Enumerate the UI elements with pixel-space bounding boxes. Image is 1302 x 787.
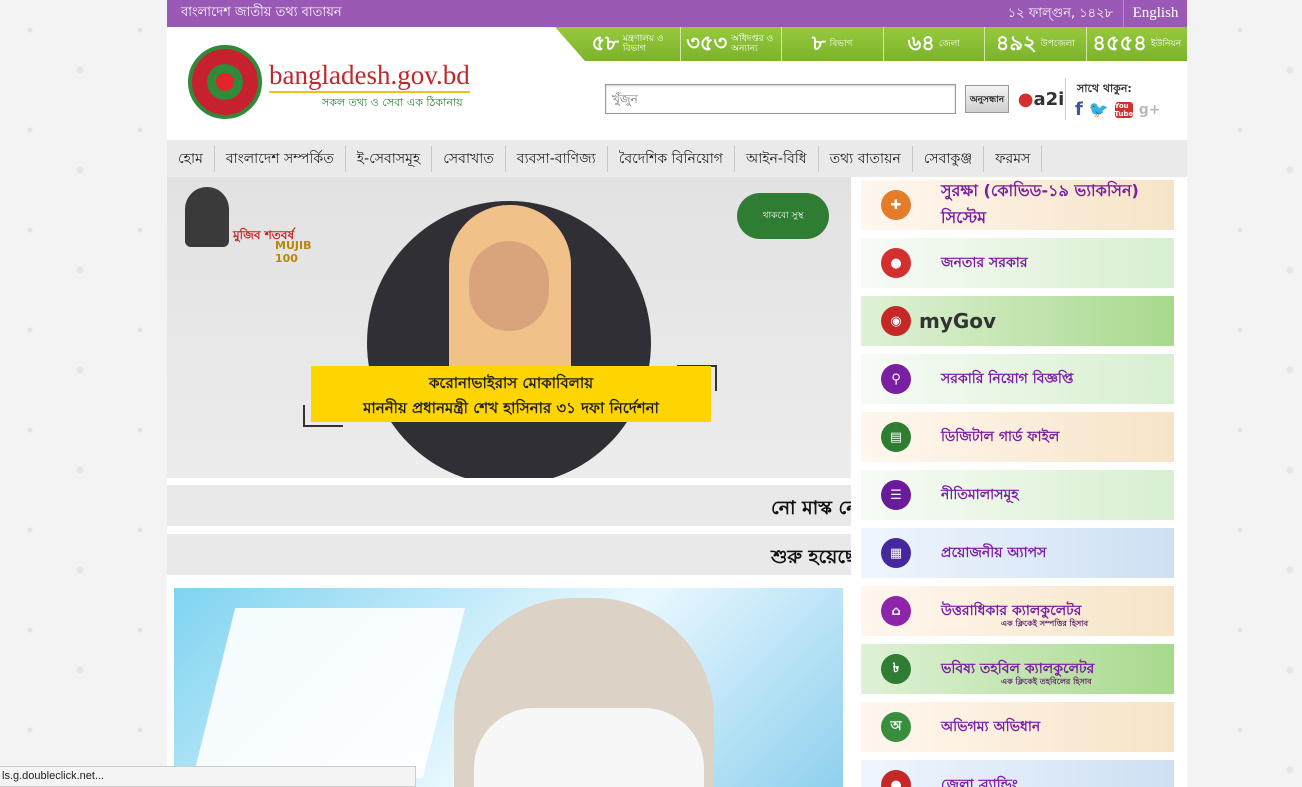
- search-input[interactable]: [605, 84, 956, 114]
- service-sidebar: ✚ সুরক্ষা (কোভিড-১৯ ভ্যাকসিন) সিস্টেম ● জন…: [861, 180, 1174, 787]
- nav-home[interactable]: হোম: [167, 145, 215, 172]
- mygov-icon: ◉: [881, 306, 911, 336]
- current-date: ১২ ফাল্গুন, ১৪২৮: [1007, 6, 1113, 21]
- dictionary-icon: অ: [881, 712, 911, 742]
- news-ticker-1[interactable]: নো মাস্ক নো: [167, 485, 851, 526]
- sidebar-item-digital-guard-file[interactable]: ▤ ডিজিটাল গার্ড ফাইল: [861, 412, 1174, 462]
- stay-healthy-logo: থাকবো সুস্থ: [737, 193, 829, 239]
- fund-icon: ৳: [881, 654, 911, 684]
- mujib-100-logo: মুজিব শতবর্ষ MUJIB 100: [183, 185, 311, 265]
- stat-upazilas[interactable]: ৪৯২ উপজেলা: [984, 27, 1086, 61]
- stat-divisions[interactable]: ৮ বিভাগ: [781, 27, 883, 61]
- banner-caption: করোনাভাইরাস মোকাবিলায় মাননীয় প্রধানমন্…: [311, 366, 711, 422]
- shield-icon: ✚: [881, 190, 911, 220]
- sidebar-item-district-branding[interactable]: ● জেলা ব্র্যান্ডিং: [861, 760, 1174, 787]
- stat-directorates[interactable]: ৩৫৩ অধিদপ্তর ও অন্যান্য: [679, 27, 782, 61]
- stat-ministries[interactable]: ৫৮ মন্ত্রণালয় ও বিভাগ: [555, 27, 680, 61]
- news-ticker-2[interactable]: শুরু হয়েছে: [167, 534, 851, 575]
- portal-title: বাংলাদেশ জাতীয় তথ্য বাতায়ন: [181, 5, 342, 20]
- nav-e-services[interactable]: ই-সেবাসমূহ: [346, 145, 433, 172]
- nav-business[interactable]: ব্যবসা-বাণিজ্য: [506, 145, 608, 172]
- a2i-logo[interactable]: ● a2i: [1018, 85, 1065, 113]
- facebook-icon[interactable]: f: [1075, 99, 1083, 120]
- stats-strip: ৫৮ মন্ত্রণালয় ও বিভাগ ৩৫৩ অধিদপ্তর ও অন্য…: [555, 27, 1187, 61]
- map-icon: ●: [881, 248, 911, 278]
- hero-banner[interactable]: মুজিব শতবর্ষ MUJIB 100 থাকবো সুস্থ করোনা…: [167, 177, 851, 478]
- apps-icon: ▦: [881, 538, 911, 568]
- youtube-icon[interactable]: You Tube: [1114, 101, 1133, 118]
- nav-service-sectors[interactable]: সেবাখাত: [432, 145, 506, 172]
- file-icon: ▤: [881, 422, 911, 452]
- sidebar-item-dictionary[interactable]: অ অভিগম্য অভিধান: [861, 702, 1174, 752]
- sidebar-item-apps[interactable]: ▦ প্রয়োজনীয় অ্যাপস: [861, 528, 1174, 578]
- nav-foreign-investment[interactable]: বৈদেশিক বিনিয়োগ: [608, 145, 735, 172]
- stat-districts[interactable]: ৬৪ জেলা: [882, 27, 985, 61]
- prime-minister-portrait: [367, 201, 651, 478]
- main-navigation: হোম বাংলাদেশ সম্পর্কিত ই-সেবাসমূহ সেবাখা…: [167, 140, 1187, 177]
- government-seal-logo[interactable]: [188, 45, 262, 119]
- site-name[interactable]: bangladesh.gov.bd: [269, 60, 470, 93]
- nav-about-bangladesh[interactable]: বাংলাদেশ সম্পর্কিত: [215, 145, 346, 172]
- site-tagline: সকল তথ্য ও সেবা এক ঠিকানায়: [322, 96, 463, 109]
- policy-icon: ☰: [881, 480, 911, 510]
- language-toggle-link[interactable]: English: [1123, 0, 1187, 27]
- district-icon: ●: [881, 770, 911, 787]
- nav-service-kunja[interactable]: সেবাকুঞ্জ: [913, 145, 985, 172]
- nav-laws[interactable]: আইন-বিধি: [735, 145, 819, 172]
- google-plus-icon[interactable]: g+: [1139, 102, 1161, 118]
- nav-forms[interactable]: ফরমস: [984, 145, 1043, 172]
- sidebar-item-surokkha[interactable]: ✚ সুরক্ষা (কোভিড-১৯ ভ্যাকসিন) সিস্টেম: [861, 180, 1174, 230]
- family-icon: ⌂: [881, 596, 911, 626]
- search-button[interactable]: অনুসন্ধান: [965, 85, 1009, 113]
- stat-unions[interactable]: ৪৫৫৪ ইউনিয়ন: [1085, 27, 1188, 61]
- sidebar-item-mygov[interactable]: ◉ myGov: [861, 296, 1174, 346]
- sidebar-item-janatar-sarkar[interactable]: ● জনতার সরকার: [861, 238, 1174, 288]
- sidebar-item-policies[interactable]: ☰ নীতিমালাসমূহ: [861, 470, 1174, 520]
- top-bar: বাংলাদেশ জাতীয় তথ্য বাতায়ন ১২ ফাল্গুন,…: [167, 0, 1187, 27]
- nav-info-portal[interactable]: তথ্য বাতায়ন: [819, 145, 913, 172]
- sidebar-item-job-circular[interactable]: ⚲ সরকারি নিয়োগ বিজ্ঞপ্তি: [861, 354, 1174, 404]
- browser-status-bar: ls.g.doubleclick.net...: [0, 766, 416, 787]
- promo-banner[interactable]: [174, 588, 843, 787]
- sidebar-item-inheritance-calculator[interactable]: ⌂ উত্তরাধিকার ক্যালকুলেটর এক ক্লিকেই সম্পত…: [861, 586, 1174, 636]
- sidebar-item-fund-calculator[interactable]: ৳ ভবিষ্য তহবিল ক্যালকুলেটর এক ক্লিকেই তহবি…: [861, 644, 1174, 694]
- page-container: বাংলাদেশ জাতীয় তথ্য বাতায়ন ১২ ফাল্গুন,…: [167, 0, 1187, 787]
- social-links: f 🐦 You Tube g+: [1075, 99, 1161, 120]
- follow-us-label: সাথে থাকুন:: [1077, 82, 1132, 95]
- header-divider: [1065, 78, 1066, 120]
- twitter-icon[interactable]: 🐦: [1089, 100, 1109, 119]
- search-people-icon: ⚲: [881, 364, 911, 394]
